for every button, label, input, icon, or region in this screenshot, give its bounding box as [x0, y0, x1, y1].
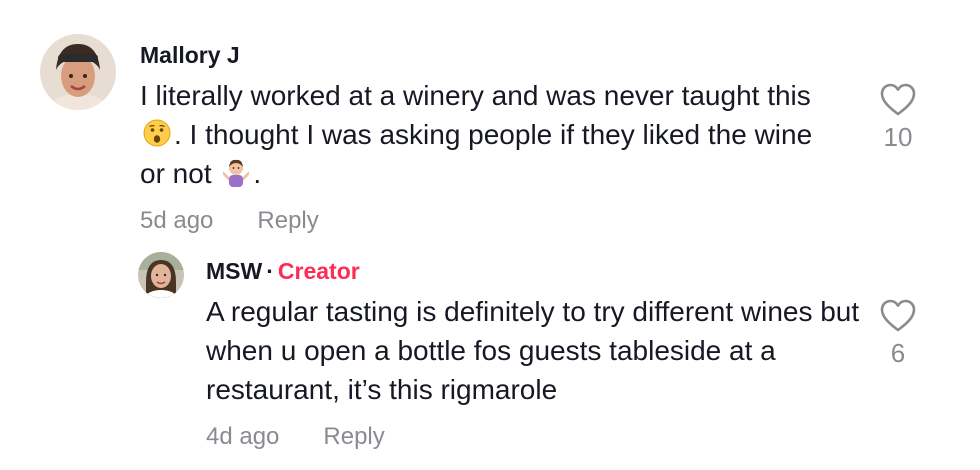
woman-headband-avatar-icon [40, 34, 116, 110]
heart-outline-icon[interactable] [879, 82, 917, 118]
woman-portrait-avatar-icon [138, 252, 184, 298]
comment-text-part: . [253, 158, 262, 189]
comment-text-part: I literally worked at a winery and was n… [140, 80, 811, 111]
reply-button[interactable]: Reply [323, 423, 384, 451]
separator-dot: · [266, 258, 274, 284]
comment-author[interactable]: Mallory J [140, 40, 940, 70]
comment-text: I literally worked at a winery and was n… [140, 76, 840, 193]
reply-text: A regular tasting is definitely to try d… [206, 296, 860, 405]
creator-badge: Creator [277, 258, 360, 284]
like-count: 6 [890, 338, 906, 368]
reply-author-line: MSW · Creator [206, 256, 940, 286]
person-shrugging-emoji-icon [223, 159, 250, 187]
comment-thread: Mallory J I literally worked at a winery… [0, 0, 980, 470]
avatar[interactable] [40, 34, 116, 110]
reply-author[interactable]: MSW [206, 258, 262, 284]
comment-item: Mallory J I literally worked at a winery… [40, 34, 940, 235]
comment-timestamp: 5d ago [140, 207, 214, 234]
like-control: 10 [868, 82, 928, 153]
reply-item: MSW · Creator A regular tasting is definit… [138, 252, 940, 451]
reply-button[interactable]: Reply [257, 207, 318, 235]
like-count: 10 [883, 122, 913, 152]
heart-outline-icon[interactable] [879, 298, 917, 334]
reply-meta: 4d ago Reply [206, 423, 940, 451]
surprised-face-emoji-icon [143, 119, 171, 147]
comment-meta: 5d ago Reply [140, 207, 940, 235]
avatar[interactable] [138, 252, 184, 298]
like-control: 6 [868, 298, 928, 369]
reply-timestamp: 4d ago [206, 423, 280, 450]
